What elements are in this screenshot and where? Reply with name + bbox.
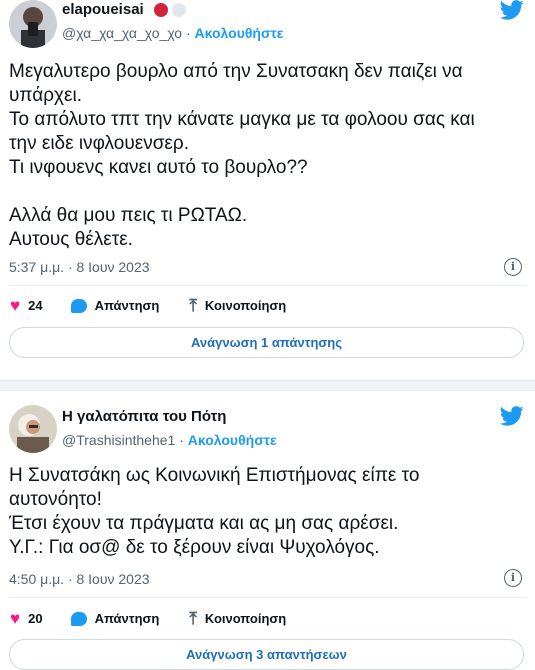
reply-button[interactable]: Απάντηση: [70, 611, 160, 626]
read-replies-button[interactable]: Ανάγνωση 3 απαντήσεων: [9, 639, 524, 670]
tweet-text: Μεγαλυτερο βουρλο από την Συνατσακη δεν …: [9, 60, 527, 252]
timestamp[interactable]: 5:37 μ.μ. · 8 Ιουν 2023: [9, 259, 150, 275]
tweet-card: elapoueisai @χα_χα_χα_χο_χο · Ακολουθήστ…: [0, 0, 535, 380]
tweet-line: αυτονόητο!: [9, 489, 102, 510]
tweet-separator: [0, 380, 535, 391]
twitter-bird-icon[interactable]: [500, 406, 524, 426]
handle-row: @Trashisinthehe1 · Ακολουθήστε: [62, 432, 277, 448]
reply-label: Απάντηση: [94, 611, 160, 626]
reply-button[interactable]: Απάντηση: [70, 298, 160, 313]
separator: ·: [175, 432, 188, 448]
user-name-row: elapoueisai: [62, 1, 186, 18]
handle-row: @χα_χα_χα_χο_χο · Ακολουθήστε: [62, 25, 283, 41]
user-name[interactable]: elapoueisai: [62, 1, 144, 18]
divider: [9, 597, 526, 598]
read-replies-button[interactable]: Ανάγνωση 1 απάντησης: [9, 327, 524, 358]
heart-icon: ♥: [10, 609, 21, 628]
reply-label: Απάντηση: [94, 298, 160, 313]
user-handle[interactable]: @Trashisinthehe1: [62, 432, 175, 448]
user-handle[interactable]: @χα_χα_χα_χο_χο: [62, 25, 182, 41]
tweet-line: Υ.Γ.: Για οσ@ δε το ξέρουν είναι Ψυχολόγ…: [9, 537, 380, 558]
share-button[interactable]: ⤒ Κοινοποίηση: [189, 297, 286, 314]
red-circle-icon: [153, 2, 168, 17]
like-count: 24: [28, 298, 43, 313]
share-label: Κοινοποίηση: [204, 298, 287, 313]
tweet-text: Η Συνατσάκη ως Κοινωνική Επιστήμονας είπ…: [9, 464, 527, 560]
action-bar: ♥ 20 Απάντηση ⤒ Κοινοποίηση: [10, 610, 286, 627]
tweet-line: Έτσι έχουν τα πράγματα και ας μη σας αρέ…: [9, 513, 399, 534]
tweet-line: υπάρχει.: [9, 85, 82, 106]
avatar[interactable]: [9, 405, 57, 453]
timestamp[interactable]: 4:50 μ.μ. · 8 Ιουν 2023: [9, 571, 150, 587]
follow-button[interactable]: Ακολουθήστε: [195, 25, 284, 41]
like-count: 20: [28, 611, 43, 626]
reply-icon: [70, 611, 87, 626]
tweet-line: Αυτους θέλετε.: [9, 229, 133, 250]
like-button[interactable]: ♥ 24: [10, 297, 43, 314]
tweet-line: Το απόλυτο τπτ την κάνατε μαγκα με τα φο…: [9, 109, 475, 130]
share-button[interactable]: ⤒ Κοινοποίηση: [189, 610, 286, 627]
share-icon: ⤒: [189, 296, 197, 315]
user-name-row: Η γαλατόπιτα του Πότη: [62, 408, 226, 425]
tweet-card: Η γαλατόπιτα του Πότη @Trashisinthehe1 ·…: [0, 391, 535, 670]
tweet-line: Τι ινφουενς κανει αυτό το βουρλο??: [9, 157, 308, 178]
tweet-line: την ειδε ινφλουενσερ.: [9, 133, 189, 154]
read-replies-label: Ανάγνωση 1 απάντησης: [191, 335, 342, 350]
tweet-line: [9, 180, 527, 204]
share-icon: ⤒: [189, 609, 197, 628]
tweet-line: Μεγαλυτερο βουρλο από την Συνατσακη δεν …: [9, 61, 463, 82]
avatar[interactable]: [9, 0, 57, 48]
tweet-line: Η Συνατσάκη ως Κοινωνική Επιστήμονας είπ…: [9, 465, 420, 486]
info-icon[interactable]: i: [504, 569, 522, 587]
user-name[interactable]: Η γαλατόπιτα του Πότη: [62, 408, 226, 425]
heart-icon: ♥: [10, 296, 21, 315]
read-replies-label: Ανάγνωση 3 απαντήσεων: [186, 647, 347, 662]
follow-button[interactable]: Ακολουθήστε: [188, 432, 277, 448]
like-button[interactable]: ♥ 20: [10, 610, 43, 627]
separator: ·: [182, 25, 195, 41]
reply-icon: [70, 298, 87, 313]
share-label: Κοινοποίηση: [204, 611, 287, 626]
action-bar: ♥ 24 Απάντηση ⤒ Κοινοποίηση: [10, 297, 286, 314]
divider: [9, 285, 526, 286]
info-icon[interactable]: i: [504, 258, 522, 276]
white-circle-icon: [171, 2, 186, 17]
tweet-line: Αλλά θα μου πεις τι ΡΩΤΑΩ.: [9, 205, 248, 226]
twitter-bird-icon[interactable]: [500, 0, 524, 20]
